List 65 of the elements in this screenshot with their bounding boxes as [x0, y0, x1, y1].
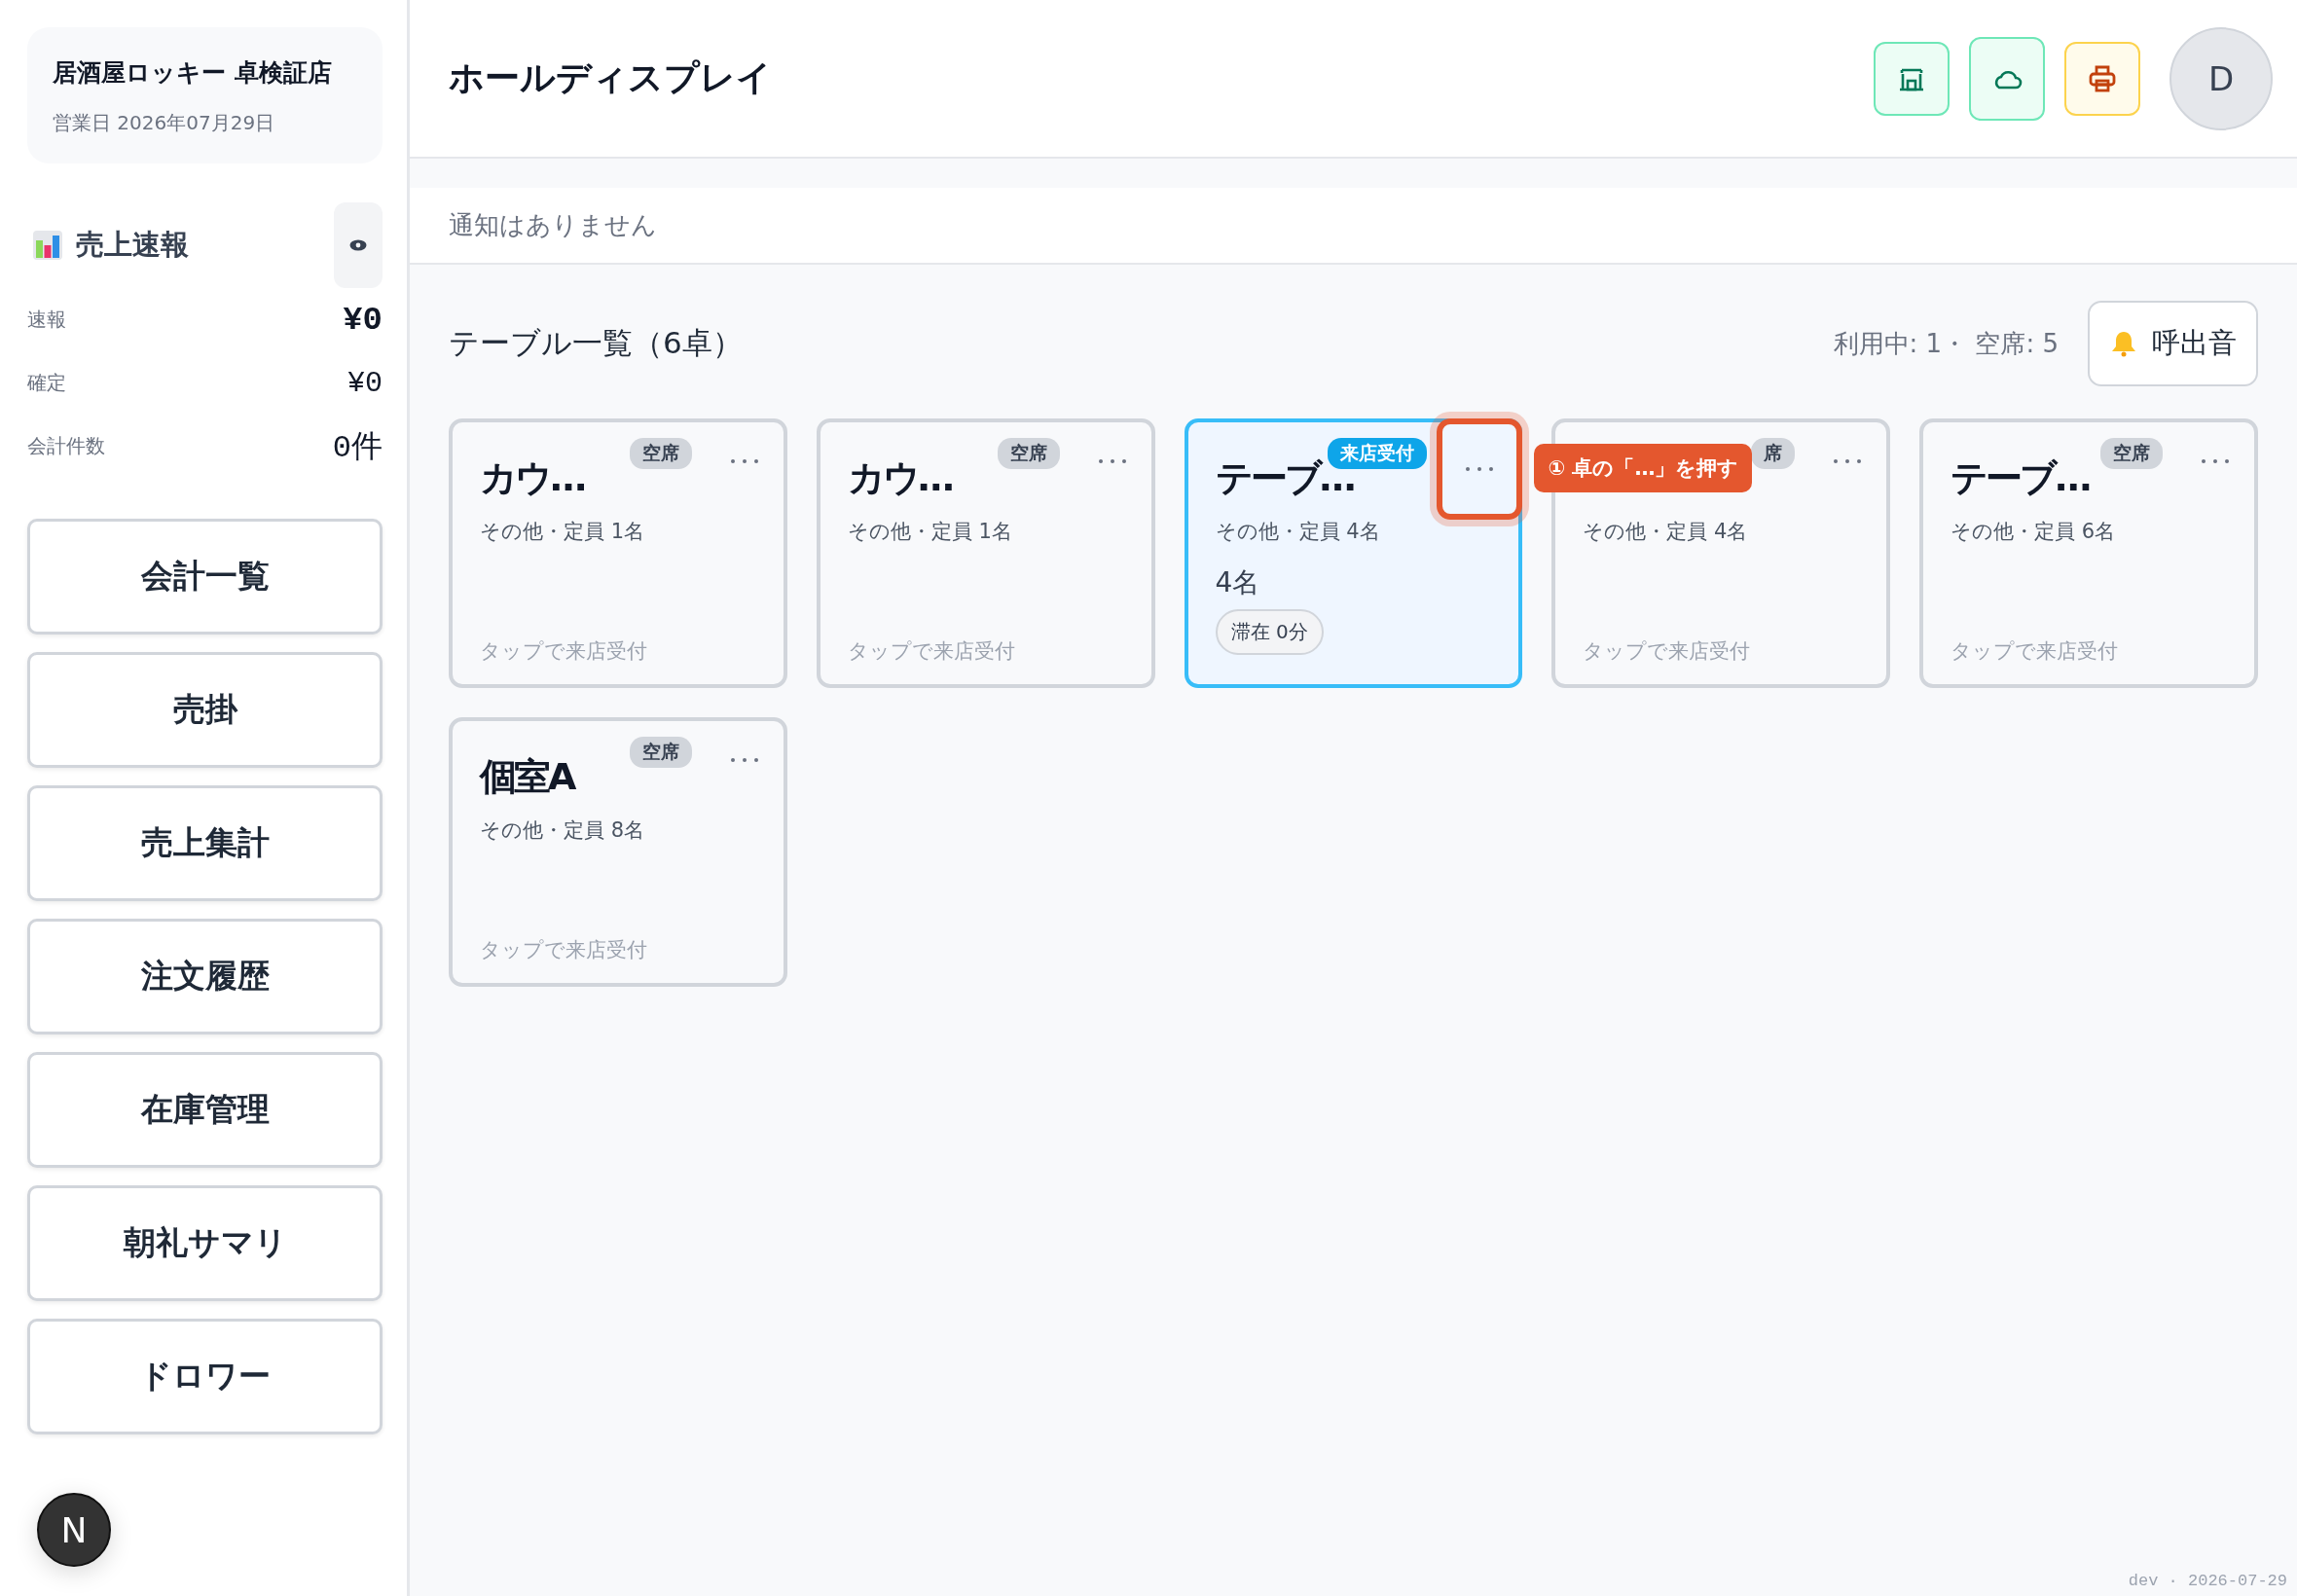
more-icon — [1465, 466, 1495, 472]
call-sound-button[interactable]: 呼出音 — [2088, 301, 2258, 386]
table-card[interactable]: テーブ… 空席 その他・定員 6名 タップで来店受付 — [1919, 418, 2258, 688]
sales-value: 0件 — [332, 428, 383, 468]
tap-hint: タップで来店受付 — [1951, 638, 2120, 665]
status-badge: 空席 — [2100, 438, 2163, 469]
nav-button[interactable]: 在庫管理 — [27, 1052, 383, 1168]
table-info: その他・定員 6名 — [1951, 519, 2117, 545]
avatar[interactable]: D — [2169, 26, 2273, 130]
more-icon — [2201, 458, 2230, 464]
cloud-status-button[interactable] — [1969, 36, 2045, 121]
status-badge: 空席 — [629, 737, 692, 768]
guest-count: 4名 — [1215, 565, 1261, 600]
bar-chart-icon — [33, 231, 62, 260]
tap-hint: タップで来店受付 — [1583, 638, 1752, 665]
eye-icon — [349, 239, 367, 251]
stay-time: 滞在 0分 — [1215, 609, 1324, 655]
more-icon — [1097, 458, 1127, 464]
bell-icon — [2111, 330, 2136, 357]
tap-hint: タップで来店受付 — [480, 937, 648, 963]
table-name: カウ… — [480, 454, 584, 501]
tap-hint: タップで来店受付 — [480, 638, 648, 665]
sales-label: 会計件数 — [27, 433, 105, 459]
more-icon — [729, 757, 759, 763]
notification-text: 通知はありません — [449, 209, 657, 241]
table-name: テーブ… — [1951, 454, 2090, 501]
more-icon — [1833, 458, 1863, 464]
status-badge: 空席 — [997, 438, 1060, 469]
table-info: その他・定員 1名 — [480, 519, 646, 545]
sales-value: ¥0 — [347, 366, 383, 400]
nav-button[interactable]: ドロワー — [27, 1319, 383, 1434]
status-badge: 席 — [1751, 438, 1796, 469]
nav-button[interactable]: 売上集計 — [27, 785, 383, 901]
sales-value: ¥0 — [343, 301, 383, 339]
table-card[interactable]: カウ… 空席 その他・定員 1名 タップで来店受付 — [449, 418, 787, 688]
table-info: その他・定員 8名 — [480, 817, 646, 844]
store-name: 居酒屋ロッキー 卓検証店 — [53, 57, 333, 89]
printer-status-button[interactable] — [2064, 41, 2140, 116]
table-summary: 利用中: 1・ 空席: 5 — [1833, 327, 2059, 360]
sales-title: 売上速報 — [76, 227, 190, 263]
table-card[interactable]: 個室A 空席 その他・定員 8名 タップで来店受付 — [449, 717, 787, 987]
table-name: カウ… — [847, 454, 952, 501]
printer-icon — [2088, 63, 2117, 93]
page-title: ホールディスプレイ — [449, 56, 773, 99]
build-info: dev · 2026-07-29 — [2128, 1572, 2287, 1590]
nav-button[interactable]: 注文履歴 — [27, 919, 383, 1034]
more-icon — [729, 458, 759, 464]
table-info: その他・定員 4名 — [1583, 519, 1749, 545]
nav-button[interactable]: 朝礼サマリ — [27, 1185, 383, 1301]
nav-button[interactable]: 会計一覧 — [27, 519, 383, 635]
store-status-button[interactable] — [1874, 41, 1950, 116]
visibility-button[interactable] — [334, 202, 383, 288]
tutorial-callout: ① 卓の「…」を押す — [1534, 444, 1753, 492]
tap-hint: タップで来店受付 — [847, 638, 1016, 665]
table-info: その他・定員 4名 — [1215, 519, 1381, 545]
sales-label: 確定 — [27, 370, 66, 396]
business-date: 営業日 2026年07月29日 — [53, 110, 276, 136]
section-title: テーブル一覧（6卓） — [449, 324, 744, 362]
table-name: 個室A — [480, 753, 574, 800]
table-info: その他・定員 1名 — [847, 519, 1013, 545]
status-badge: 空席 — [629, 438, 692, 469]
sales-label: 速報 — [27, 307, 66, 333]
dev-badge[interactable]: N — [37, 1493, 111, 1567]
table-card[interactable]: カウ… 空席 その他・定員 1名 タップで来店受付 — [816, 418, 1155, 688]
nav-button[interactable]: 売掛 — [27, 652, 383, 768]
